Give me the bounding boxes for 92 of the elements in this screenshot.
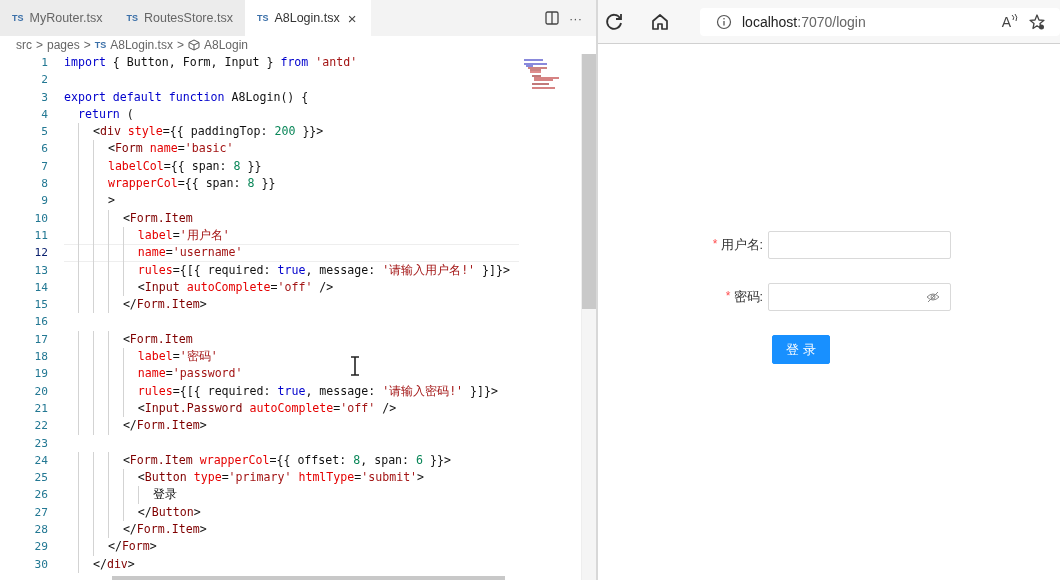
- breadcrumb-separator: >: [176, 38, 184, 52]
- code-line: labelCol={{ span: 8 }}: [107, 157, 262, 175]
- code-line: </Form.Item>: [122, 417, 207, 435]
- line-number: 10: [33, 210, 48, 227]
- code-line: name='password': [137, 365, 243, 383]
- line-number: 12: [33, 245, 48, 262]
- line-number: 5: [40, 124, 48, 141]
- line-number: 7: [40, 158, 48, 175]
- eye-off-icon[interactable]: [926, 291, 940, 303]
- cube-icon: [188, 39, 200, 51]
- code-line: import { Button, Form, Input } from 'antd': [64, 54, 358, 71]
- required-mark: *: [725, 288, 731, 305]
- split-editor-icon[interactable]: [545, 11, 559, 25]
- code-line: wrapperCol={{ span: 8 }}: [107, 175, 276, 193]
- code-line: </Form.Item>: [122, 521, 207, 538]
- line-number: 22: [33, 418, 48, 435]
- code-line: return (: [77, 105, 134, 123]
- line-number: 19: [33, 366, 48, 383]
- code-line: <Input.Password autoComplete='off' />: [137, 399, 397, 417]
- code-line: rules={[{ required: true, message: '请输入密码!' }]}>: [137, 382, 498, 400]
- code-line: >: [107, 192, 115, 210]
- address-bar[interactable]: localhost:7070/login A: [700, 7, 1060, 36]
- info-icon[interactable]: [716, 13, 732, 30]
- url-text: localhost:7070/login: [742, 13, 867, 30]
- line-number: 28: [33, 522, 48, 538]
- line-number: 1: [40, 55, 48, 71]
- code-line: label='密码': [137, 348, 218, 366]
- more-actions-button[interactable]: ···: [569, 10, 582, 26]
- line-number: 24: [33, 452, 48, 469]
- code-line: <Button type='primary' htmlType='submit'>: [137, 469, 425, 487]
- field-label: 密码:: [733, 288, 763, 306]
- typescript-icon: TS: [126, 13, 138, 23]
- line-number: 26: [33, 487, 48, 504]
- line-number: 14: [33, 279, 48, 296]
- input-field[interactable]: [768, 231, 951, 259]
- line-number: 4: [40, 106, 48, 123]
- code-line: <Form.Item: [122, 330, 193, 348]
- line-number: 29: [33, 539, 48, 556]
- required-mark: *: [712, 236, 718, 253]
- line-number: 3: [40, 89, 48, 106]
- editor-tab[interactable]: TS MyRouter.tsx: [0, 0, 115, 36]
- login-button[interactable]: 登 录: [772, 335, 830, 364]
- code-line: <div style={{ paddingTop: 200 }}>: [92, 123, 324, 141]
- sound-waves-icon: [1011, 13, 1018, 22]
- code-line: </Form.Item>: [122, 296, 207, 314]
- editor-tab[interactable]: TS A8Login.tsx ×: [244, 0, 371, 36]
- breadcrumb-item[interactable]: pages: [47, 38, 80, 52]
- line-number: 18: [33, 349, 48, 366]
- code-line: <Form.Item: [122, 209, 193, 227]
- line-number: 9: [40, 193, 48, 210]
- horizontal-scrollbar[interactable]: [112, 576, 505, 580]
- line-number: 6: [40, 141, 48, 158]
- code-line: 登录: [152, 486, 177, 504]
- typescript-icon: TS: [12, 13, 24, 23]
- line-number: 21: [33, 400, 48, 417]
- line-number: 27: [33, 504, 48, 521]
- code-line: name='username': [137, 244, 243, 262]
- code-line: </Button>: [137, 503, 201, 521]
- editor-tab[interactable]: TS RoutesStore.tsx: [114, 0, 245, 36]
- code-line: rules={[{ required: true, message: '请输入用户名!' }]}>: [137, 261, 510, 279]
- breadcrumb-separator: >: [83, 38, 91, 52]
- breadcrumb-item[interactable]: A8Login: [204, 38, 249, 52]
- text-cursor-icon: [348, 356, 362, 376]
- line-number: 13: [33, 262, 48, 279]
- code-line: <Form.Item wrapperCol={{ offset: 8, span: 6 }}>: [122, 451, 451, 469]
- code-line: <Form name='basic': [107, 140, 234, 158]
- line-number: 23: [33, 435, 48, 452]
- password-field[interactable]: [768, 283, 951, 311]
- code-line: label='用户名': [137, 226, 230, 244]
- code-line: </div>: [92, 555, 135, 573]
- line-number: 8: [40, 176, 48, 193]
- code-line: export default function A8Login() {: [64, 88, 309, 106]
- line-number: 17: [33, 331, 48, 348]
- vertical-scrollbar[interactable]: [581, 54, 596, 580]
- breadcrumb-item[interactable]: A8Login.tsx: [110, 38, 173, 52]
- breadcrumb-item[interactable]: src: [16, 38, 32, 52]
- typescript-icon: TS: [94, 40, 107, 50]
- code-line: <Input autoComplete='off' />: [137, 278, 334, 296]
- read-aloud-button[interactable]: A: [1001, 13, 1018, 30]
- line-number: 20: [33, 383, 48, 400]
- favorite-star-icon[interactable]: [1028, 12, 1046, 31]
- typescript-icon: TS: [256, 13, 269, 23]
- close-icon[interactable]: ×: [345, 9, 359, 27]
- line-number: 15: [33, 297, 48, 314]
- line-number: 11: [33, 227, 48, 244]
- line-number: 2: [40, 72, 48, 89]
- line-number: 30: [33, 556, 48, 573]
- line-number: 25: [33, 470, 48, 487]
- field-label: 用户名:: [720, 236, 763, 254]
- line-number: 16: [33, 314, 48, 331]
- breadcrumb-separator: >: [36, 38, 43, 52]
- code-line: </Form>: [107, 538, 157, 556]
